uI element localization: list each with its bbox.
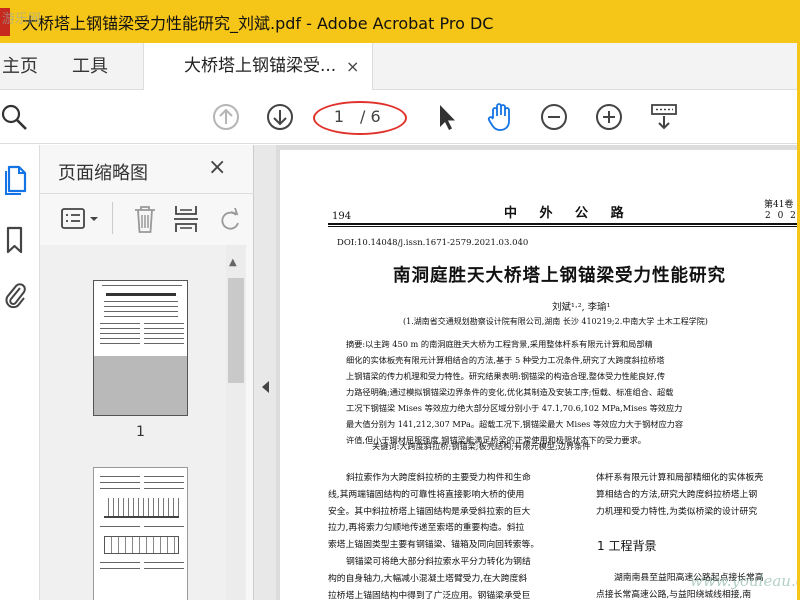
page-number-input[interactable] (324, 103, 354, 129)
body-line: 体杆系有限元计算和局部精细化的实体板壳 (596, 473, 764, 483)
zoom-out-icon[interactable] (538, 101, 570, 133)
toolbar (0, 90, 797, 144)
body-column-right: 体杆系有限元计算和局部精细化的实体板壳 算相结合的方法,研究大跨度斜拉桥塔上钢 … (596, 470, 797, 520)
thumbnail-page-2[interactable] (93, 467, 188, 600)
abstract-line: 细化的实体板壳有限元计算相结合的方法,基于 5 种受力工况条件,研究了大跨度斜拉… (346, 355, 665, 365)
abstract-line: 最大值分别为 141,212,307 MPa。超载工况下,钢锚梁最大 Mises… (346, 419, 684, 429)
page-up-icon[interactable] (210, 101, 242, 133)
attachment-icon[interactable] (4, 281, 28, 311)
body-line: 线,其两端锚固结构的可靠性将直接影响大桥的使用 (328, 489, 525, 500)
abstract: 摘要:以主跨 450 m 的南洞庭胜天大桥为工程背景,采用整体杆系有限元计算和局… (346, 336, 797, 448)
collapse-panel-arrow-icon[interactable] (262, 381, 269, 393)
title-bar: 大桥塔上钢锚梁受力性能研究_刘斌.pdf - Adobe Acrobat Pro… (0, 0, 797, 43)
header-rule (328, 223, 797, 227)
search-icon[interactable] (0, 101, 30, 133)
body-line: 拉力,再将索力匀顺地传递至索塔的重要构造。斜拉 (328, 523, 525, 534)
section-heading: 1 工程背景 (597, 539, 657, 553)
thumbnail-page-label: 1 (136, 424, 145, 440)
page-down-icon[interactable] (264, 101, 296, 133)
tab-close-icon[interactable]: × (346, 43, 359, 90)
acrobat-window: 大桥塔上钢锚梁受力性能研究_刘斌.pdf - Adobe Acrobat Pro… (0, 0, 800, 600)
doi: DOI:10.14048/j.issn.1671-2579.2021.03.04… (337, 238, 529, 248)
body-line: 力机理和受力特性,为类似桥梁的设计研究 (596, 506, 758, 517)
tab-document-label: 大桥塔上钢锚梁受... (184, 56, 337, 76)
journal-volume: 第41卷 (764, 200, 794, 210)
delete-page-icon[interactable] (132, 203, 158, 235)
page-thumbnails-panel: 页面缩略图 × ▲ 1 (40, 145, 254, 600)
thumbnail-page-1[interactable] (93, 280, 188, 416)
insert-page-icon[interactable] (172, 203, 200, 235)
body-line: 安全。其中斜拉桥塔上锚固结构是承受斜拉索的巨大 (328, 506, 531, 517)
authors: 刘斌¹·², 李瑜¹ (552, 302, 611, 313)
watermark-bottom-right: www.youleau.com (690, 572, 797, 590)
body-column-left: 斜拉索作为大跨度斜拉桥的主要受力构件和生命 线,其两端锚固结构的可靠性将直接影响… (328, 470, 578, 600)
keyboard-scroll-icon[interactable] (648, 101, 680, 133)
rotate-page-icon[interactable] (216, 203, 242, 235)
affiliation: (1.湖南省交通规划勘察设计院有限公司,湖南 长沙 410219;2.中南大学 … (403, 317, 708, 326)
thumbnail-view-region[interactable] (94, 356, 187, 415)
zoom-in-icon[interactable] (593, 101, 625, 133)
journal-year: 2 0 2 1 (765, 211, 798, 221)
body-line: 索塔上锚固类型主要有钢锚梁、锚箱及同向回转索等。 (328, 540, 540, 551)
thumbnail-scroll-thumb[interactable] (228, 278, 244, 383)
page-thumbnails-icon[interactable] (4, 163, 28, 197)
panel-close-icon[interactable]: × (208, 155, 226, 180)
abstract-line: 上钢锚梁的传力机理和受力特性。研究结果表明:钢锚梁的构造合理,整体受力性能良好,… (346, 371, 666, 381)
journal-name: 中 外 公 路 (504, 206, 633, 221)
watermark-top-left: 游乐网 (2, 12, 42, 27)
scroll-up-arrow[interactable]: ▲ (229, 257, 237, 268)
bookmark-icon[interactable] (4, 225, 26, 255)
select-arrow-icon[interactable] (430, 101, 462, 133)
hand-icon[interactable] (484, 101, 516, 133)
options-menu-icon[interactable] (60, 206, 104, 232)
pdf-page: 194 中 外 公 路 第41卷 2 0 2 1 DOI:10.14048/j.… (280, 150, 798, 600)
document-view[interactable]: 194 中 外 公 路 第41卷 2 0 2 1 DOI:10.14048/j.… (276, 145, 798, 600)
panel-collapse-gutter (254, 145, 276, 600)
body-line: 拉桥塔上锚固结构中得到了广泛应用。钢锚梁承受巨 (328, 590, 531, 600)
body-line: 算相结合的方法,研究大跨度斜拉桥塔上钢 (596, 489, 758, 500)
tab-tools[interactable]: 工具 (72, 43, 108, 90)
tab-bar: 主页 工具 大桥塔上钢锚梁受... × (0, 43, 797, 90)
body-line: 钢锚梁可将绝大部分斜拉索水平分力转化为钢结 (346, 556, 531, 567)
body-line: 构的自身轴力,大幅减小混凝土塔臂受力,在大跨度斜 (328, 573, 528, 584)
window-title: 大桥塔上钢锚梁受力性能研究_刘斌.pdf - Adobe Acrobat Pro… (22, 13, 494, 33)
panel-title: 页面缩略图 (58, 163, 148, 184)
navigation-rail (0, 145, 40, 600)
tab-home[interactable]: 主页 (2, 43, 38, 90)
panel-toolbar (40, 194, 254, 244)
abstract-line: 工况下钢锚梁 Mises 等效应力绝大部分区域分别小于 47.1,70.6,10… (346, 403, 683, 413)
panel-toolbar-separator (112, 202, 113, 234)
abstract-line: 摘要:以主跨 450 m 的南洞庭胜天大桥为工程背景,采用整体杆系有限元计算和局… (346, 339, 653, 349)
keywords: 关键词:大跨度斜拉桥;钢锚梁;板壳结构;有限元模型;边界条件 (372, 441, 591, 451)
tab-document[interactable]: 大桥塔上钢锚梁受... × (143, 43, 373, 90)
page-total: / 6 (360, 107, 381, 126)
paper-title: 南洞庭胜天大桥塔上钢锚梁受力性能研究 (393, 266, 726, 286)
page-header-number: 194 (332, 211, 352, 222)
body-line: 斜拉索作为大跨度斜拉桥的主要受力构件和生命 (346, 473, 531, 483)
abstract-line: 力路径明确;通过模拟钢锚梁边界条件的变化,优化其制造及安装工序;恒载、标准组合、… (346, 387, 674, 397)
